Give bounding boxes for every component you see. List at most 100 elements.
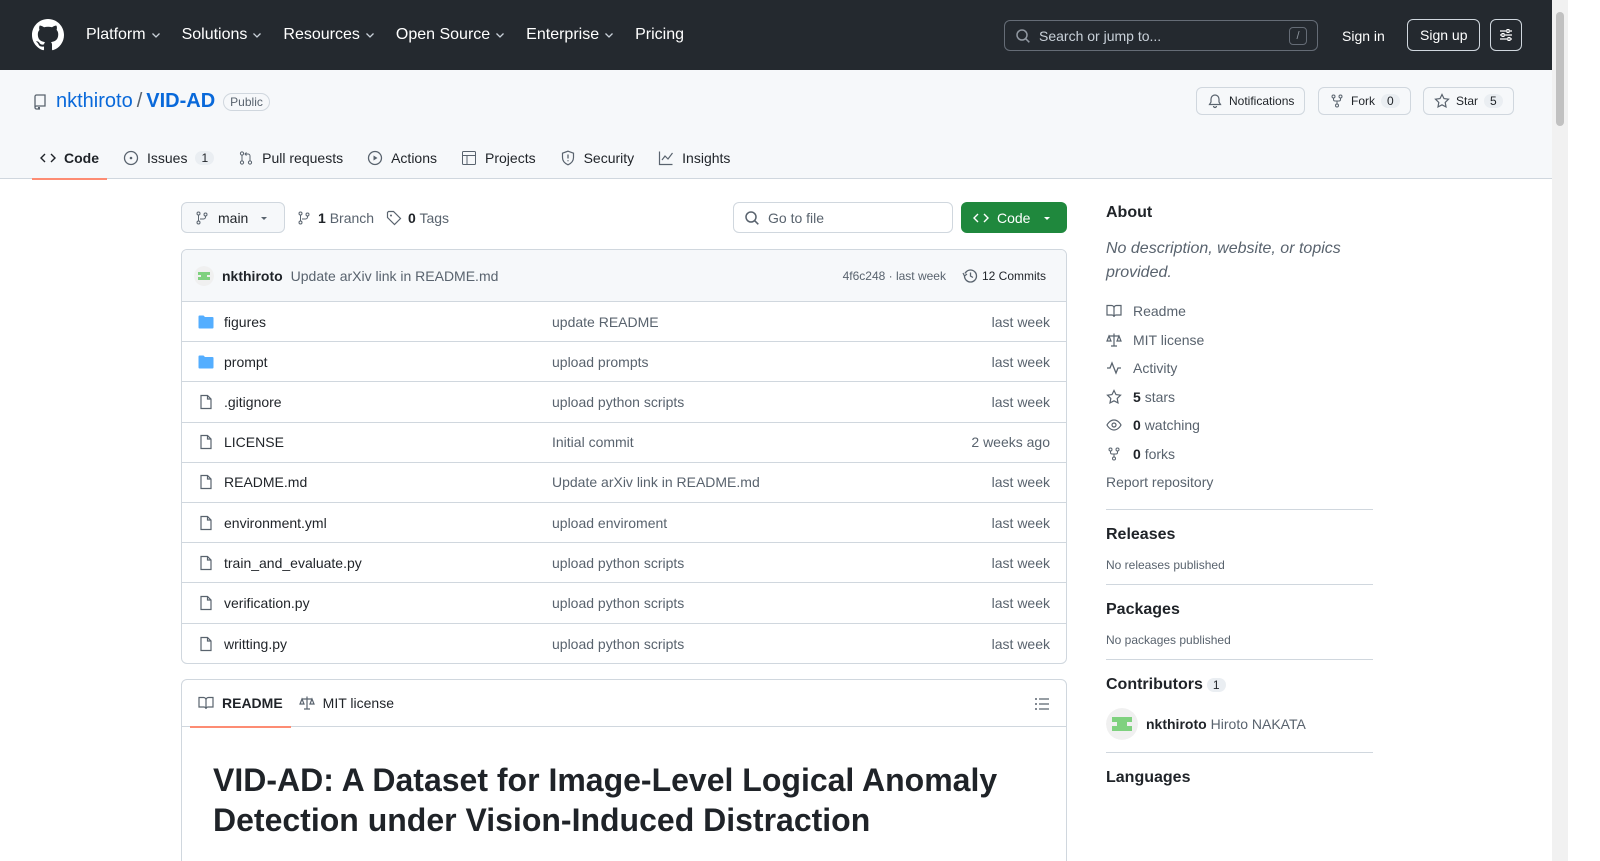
tab-security[interactable]: Security	[552, 137, 643, 179]
file-name-link[interactable]: train_and_evaluate.py	[224, 555, 552, 571]
nav-open-source[interactable]: Open Source	[386, 19, 516, 51]
tags-link[interactable]: 0 Tags	[408, 210, 449, 226]
scrollbar-thumb[interactable]	[1556, 12, 1564, 126]
releases-heading[interactable]: Releases	[1106, 526, 1373, 544]
file-commit-message-link[interactable]: upload enviroment	[552, 515, 992, 531]
file-row[interactable]: verification.py upload python scripts last…	[182, 583, 1066, 624]
file-row[interactable]: environment.yml upload enviroment last wee…	[182, 503, 1066, 544]
sign-in-link[interactable]: Sign in	[1330, 20, 1397, 51]
readme-link-label: Readme	[1133, 303, 1186, 320]
tab-issues[interactable]: Issues 1	[115, 137, 222, 179]
nav-solutions[interactable]: Solutions	[172, 19, 274, 51]
file-name-link[interactable]: .gitignore	[224, 394, 552, 410]
file-commit-message-link[interactable]: upload prompts	[552, 354, 992, 370]
tab-projects-label: Projects	[485, 150, 536, 166]
file-row[interactable]: train_and_evaluate.py upload python scrip…	[182, 543, 1066, 584]
file-icon	[200, 636, 212, 651]
contributor-login[interactable]: nkthiroto	[1146, 716, 1207, 732]
avatar[interactable]	[194, 265, 214, 286]
file-row[interactable]: writting.py upload python scripts last wee…	[182, 624, 1066, 664]
file-name-link[interactable]: writting.py	[224, 636, 552, 652]
fork-icon	[1108, 447, 1120, 461]
stars-link[interactable]: 5 stars	[1106, 383, 1373, 412]
tab-readme[interactable]: README	[190, 680, 291, 728]
license-link[interactable]: MIT license	[1106, 326, 1373, 355]
file-icon-wrap	[198, 636, 214, 652]
tag-word: Tags	[419, 209, 450, 226]
packages-heading[interactable]: Packages	[1106, 601, 1373, 619]
repo-name-link[interactable]: VID-AD	[146, 90, 215, 113]
file-commit-message-link[interactable]: upload python scripts	[552, 595, 992, 611]
global-search-input[interactable]: Search or jump to... /	[1004, 20, 1318, 51]
star-icon	[1434, 93, 1450, 109]
file-commit-message-link[interactable]: Initial commit	[552, 434, 971, 450]
contributors-heading[interactable]: Contributors 1	[1106, 676, 1373, 694]
file-commit-date: last week	[991, 474, 1050, 491]
site-menu-button[interactable]	[1490, 19, 1522, 51]
file-commit-message-link[interactable]: upload python scripts	[552, 555, 992, 571]
outline-list-icon[interactable]	[1034, 696, 1050, 712]
nav-enterprise[interactable]: Enterprise	[516, 19, 625, 51]
file-row[interactable]: README.md Update arXiv link in README.md l…	[182, 463, 1066, 503]
file-name-link[interactable]: figures	[224, 314, 552, 330]
branch-select-button[interactable]: main	[181, 202, 286, 233]
stars-count: 5	[1133, 388, 1141, 405]
fork-button[interactable]: Fork 0	[1318, 87, 1411, 115]
activity-link[interactable]: Activity	[1106, 354, 1373, 383]
report-repository-link[interactable]: Report repository	[1106, 468, 1373, 497]
watching-count: 0	[1133, 417, 1141, 434]
tab-actions[interactable]: Actions	[359, 137, 445, 179]
file-commit-message-link[interactable]: update README	[552, 314, 992, 330]
branch-count: 1	[318, 209, 326, 226]
file-name-link[interactable]: environment.yml	[224, 515, 552, 531]
nav-resources[interactable]: Resources	[273, 19, 385, 51]
readme-heading: VID-AD: A Dataset for Image-Level Logica…	[213, 762, 998, 838]
go-to-file-input[interactable]: Go to file	[733, 202, 953, 233]
file-name-link[interactable]: LICENSE	[224, 434, 552, 450]
tab-insights[interactable]: Insights	[650, 137, 738, 179]
commits-history-link[interactable]: 12 Commits	[962, 268, 1046, 284]
tab-code-label: Code	[64, 150, 99, 166]
file-name-link[interactable]: README.md	[224, 474, 552, 490]
file-commit-message-link[interactable]: Update arXiv link in README.md	[552, 474, 992, 490]
page-scrollbar[interactable]	[1552, 0, 1568, 861]
branches-link[interactable]: 1 Branch	[318, 210, 374, 226]
file-row[interactable]: LICENSE Initial commit 2 weeks ago	[182, 423, 1066, 463]
contributor-item[interactable]: nkthiroto Hiroto NAKATA	[1106, 707, 1373, 740]
divider	[1106, 583, 1373, 585]
stars-word: stars	[1144, 388, 1176, 405]
commit-author-link[interactable]: nkthiroto	[222, 268, 283, 284]
tab-pull-requests[interactable]: Pull requests	[230, 137, 351, 179]
github-logo-icon[interactable]	[32, 19, 64, 51]
file-name-link[interactable]: verification.py	[224, 595, 552, 611]
tab-projects[interactable]: Projects	[453, 137, 544, 179]
sign-up-button[interactable]: Sign up	[1407, 19, 1481, 51]
forks-link[interactable]: 0 forks	[1106, 440, 1373, 469]
repo-owner-link[interactable]: nkthiroto	[56, 90, 133, 113]
law-icon	[1106, 333, 1122, 347]
branch-name: main	[218, 209, 249, 226]
file-commit-message-link[interactable]: upload python scripts	[552, 394, 992, 410]
file-row[interactable]: figures update README last week	[182, 302, 1066, 343]
readme-link[interactable]: Readme	[1106, 297, 1373, 326]
file-commit-message-link[interactable]: upload python scripts	[552, 636, 992, 652]
repo-title: nkthiroto / VID-AD Public	[32, 90, 270, 113]
file-row[interactable]: prompt upload prompts last week	[182, 342, 1066, 383]
divider	[1106, 508, 1373, 510]
tab-code[interactable]: Code	[32, 137, 107, 180]
commit-message-link[interactable]: Update arXiv link in README.md	[291, 268, 499, 284]
contributors-label: Contributors	[1106, 675, 1203, 693]
nav-platform[interactable]: Platform	[86, 19, 172, 51]
nav-pricing[interactable]: Pricing	[625, 19, 694, 51]
tab-license[interactable]: MIT license	[291, 680, 402, 727]
code-dropdown-button[interactable]: Code	[961, 202, 1067, 233]
graph-icon	[659, 151, 674, 166]
branch-tag-info: 1 Branch 0 Tags	[296, 202, 449, 233]
avatar[interactable]	[1106, 707, 1138, 740]
commit-hash-date[interactable]: 4f6c248 · last week	[843, 269, 946, 283]
file-row[interactable]: .gitignore upload python scripts last week	[182, 382, 1066, 423]
star-button[interactable]: Star 5	[1423, 87, 1514, 115]
watching-link[interactable]: 0 watching	[1106, 411, 1373, 440]
file-name-link[interactable]: prompt	[224, 354, 552, 370]
notifications-button[interactable]: Notifications	[1196, 87, 1306, 115]
